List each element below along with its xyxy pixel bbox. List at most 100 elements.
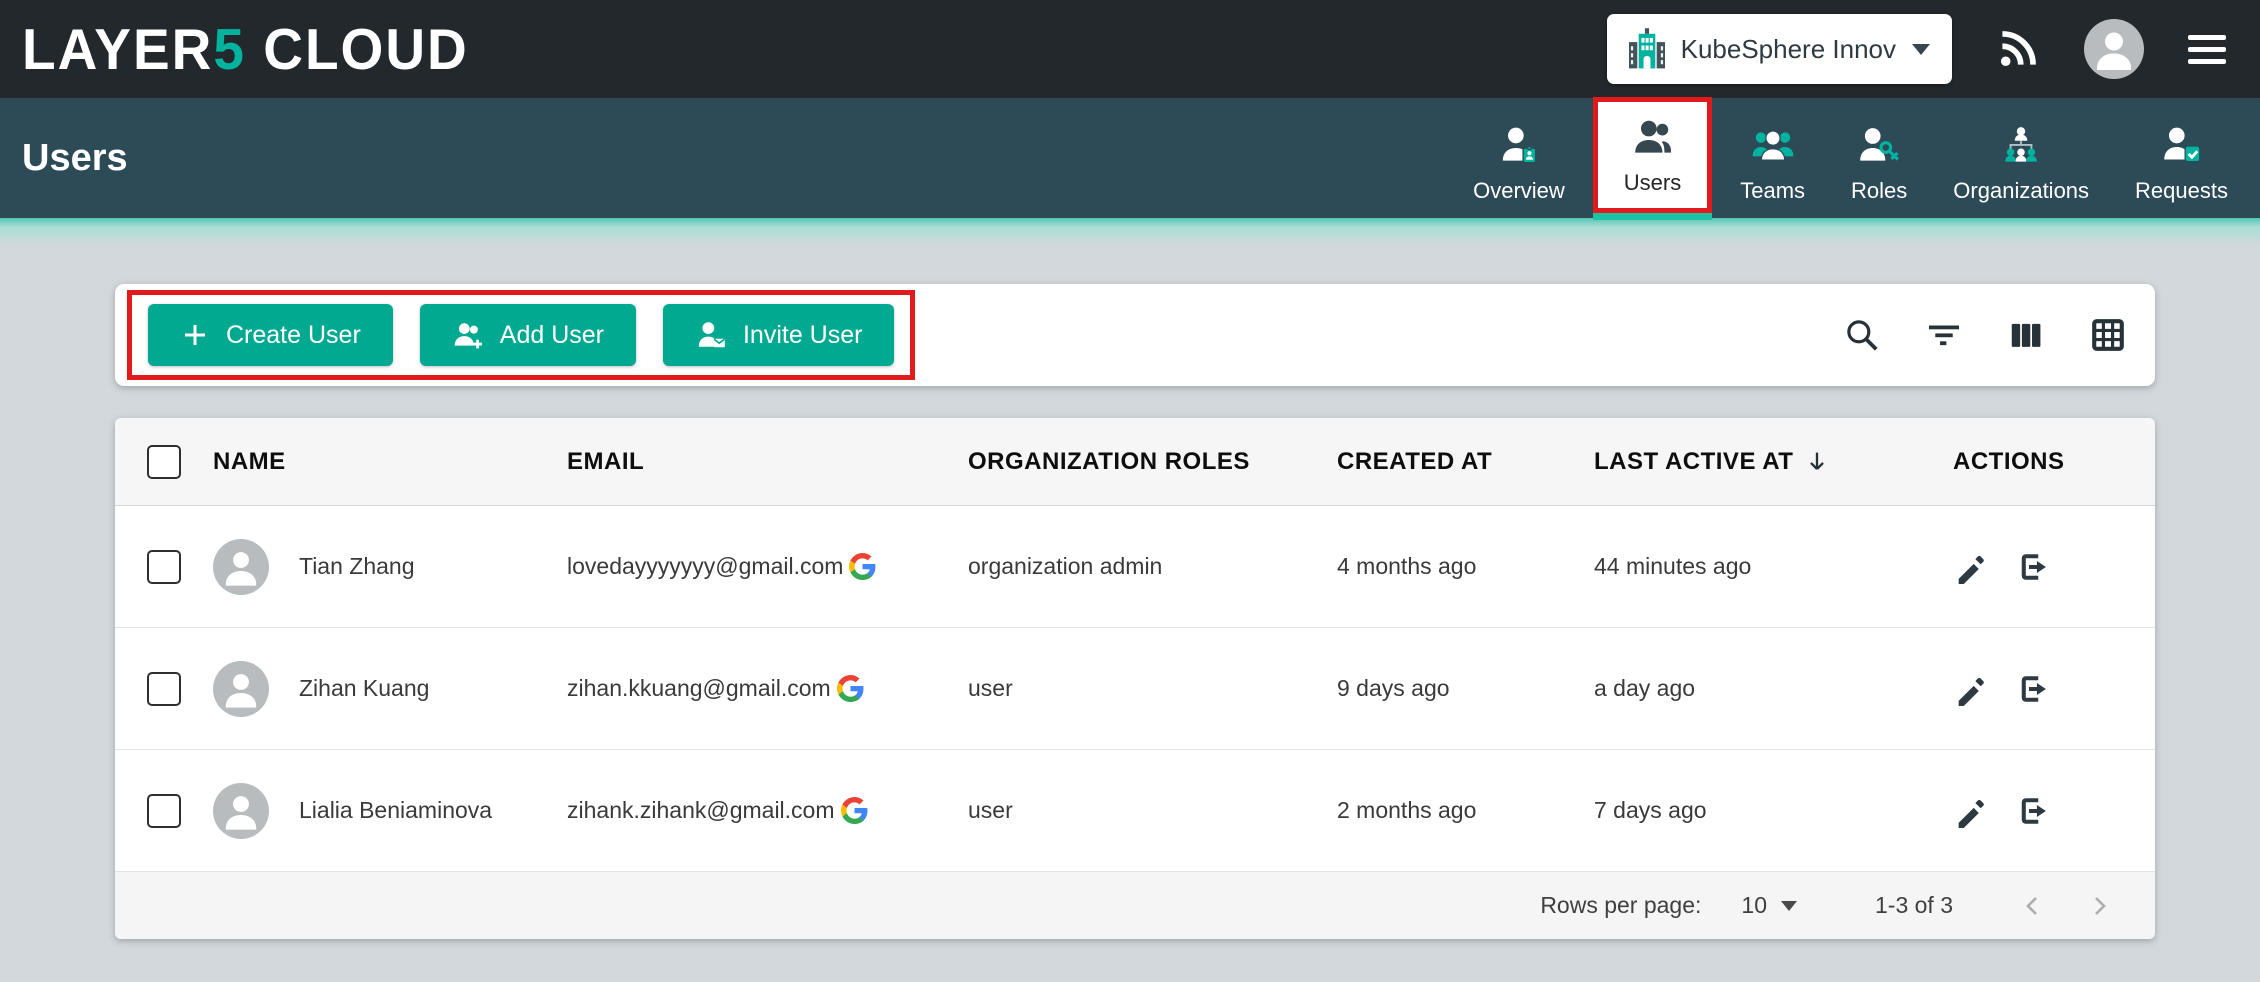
edit-user-button[interactable] bbox=[1953, 550, 1987, 584]
chevron-down-icon bbox=[1912, 44, 1930, 55]
table-row: Tian Zhang lovedayyyyyyy@gmail.com organ… bbox=[115, 506, 2155, 628]
pagination-range: 1-3 of 3 bbox=[1875, 892, 1953, 919]
tab-overview[interactable]: Overview bbox=[1455, 124, 1583, 218]
table-row: Lialia Beniaminova zihank.zihank@gmail.c… bbox=[115, 750, 2155, 872]
avatar bbox=[213, 539, 269, 595]
rss-icon bbox=[1996, 27, 2040, 71]
row-checkbox[interactable] bbox=[147, 794, 181, 828]
columns-button[interactable] bbox=[2007, 316, 2045, 354]
google-icon bbox=[849, 553, 876, 580]
logo-text-5: 5 bbox=[213, 17, 246, 81]
add-user-button[interactable]: Add User bbox=[420, 304, 636, 366]
plus-icon bbox=[180, 320, 210, 350]
table-pagination: Rows per page: 10 1-3 of 3 bbox=[115, 872, 2155, 939]
previous-page-button[interactable] bbox=[2013, 886, 2053, 926]
column-header-last-active-at[interactable]: LAST ACTIVE AT bbox=[1594, 448, 1953, 476]
user-email: zihank.zihank@gmail.com bbox=[567, 797, 835, 824]
user-account-button[interactable] bbox=[2084, 19, 2144, 79]
org-hierarchy-icon bbox=[1998, 124, 2044, 170]
table-header-row: NAME EMAIL ORGANIZATION ROLES CREATED AT… bbox=[115, 418, 2155, 506]
feed-rss-button[interactable] bbox=[1996, 27, 2040, 71]
created-at: 9 days ago bbox=[1337, 675, 1594, 702]
invite-user-button[interactable]: Invite User bbox=[663, 304, 894, 366]
person-icon bbox=[2084, 19, 2144, 79]
hamburger-icon bbox=[2188, 35, 2226, 64]
rows-per-page-label: Rows per page: bbox=[1540, 892, 1701, 919]
user-role: user bbox=[968, 675, 1337, 702]
google-icon bbox=[841, 797, 868, 824]
remove-user-button[interactable] bbox=[2015, 793, 2051, 829]
last-active-at: a day ago bbox=[1594, 675, 1953, 702]
created-at: 4 months ago bbox=[1337, 553, 1594, 580]
grid-view-button[interactable] bbox=[2089, 316, 2127, 354]
row-checkbox[interactable] bbox=[147, 672, 181, 706]
edit-pencil-icon bbox=[1953, 794, 1987, 828]
tab-teams[interactable]: Teams bbox=[1722, 124, 1823, 218]
next-page-button[interactable] bbox=[2079, 886, 2119, 926]
grid-icon bbox=[2089, 316, 2127, 354]
filter-icon bbox=[1925, 316, 1963, 354]
person-key-icon bbox=[1856, 124, 1902, 170]
highlight-box-users-tab: Users bbox=[1593, 97, 1712, 213]
highlight-box-user-buttons: Create User Add User bbox=[127, 290, 915, 380]
page-title: Users bbox=[22, 137, 128, 180]
avatar bbox=[213, 783, 269, 839]
teams-icon bbox=[1750, 124, 1796, 170]
user-name: Lialia Beniaminova bbox=[299, 797, 492, 824]
tab-roles[interactable]: Roles bbox=[1833, 124, 1925, 218]
column-header-organization-roles[interactable]: ORGANIZATION ROLES bbox=[968, 448, 1337, 476]
last-active-at: 7 days ago bbox=[1594, 797, 1953, 824]
organization-building-icon bbox=[1629, 28, 1665, 70]
select-all-checkbox[interactable] bbox=[147, 445, 181, 479]
logout-exit-icon bbox=[2015, 549, 2051, 585]
table-view-controls bbox=[1843, 316, 2127, 354]
section-navbar: Users Overview bbox=[0, 98, 2260, 218]
row-checkbox[interactable] bbox=[147, 550, 181, 584]
search-button[interactable] bbox=[1843, 316, 1881, 354]
users-icon bbox=[1630, 116, 1676, 162]
column-header-actions: ACTIONS bbox=[1953, 448, 2155, 476]
logout-exit-icon bbox=[2015, 793, 2051, 829]
column-header-created-at[interactable]: CREATED AT bbox=[1337, 448, 1594, 476]
rows-per-page-select[interactable]: 10 bbox=[1741, 892, 1797, 919]
top-app-bar: LAYER5 CLOUD KubeS bbox=[0, 0, 2260, 98]
person-badge-icon bbox=[1496, 124, 1542, 170]
organization-switcher[interactable]: KubeSphere Innov bbox=[1607, 14, 1952, 84]
user-email: lovedayyyyyyy@gmail.com bbox=[567, 553, 843, 580]
tab-requests[interactable]: Requests bbox=[2117, 124, 2246, 218]
users-table: NAME EMAIL ORGANIZATION ROLES CREATED AT… bbox=[115, 418, 2155, 939]
organization-name: KubeSphere Innov bbox=[1681, 34, 1896, 65]
tab-users[interactable]: Users bbox=[1624, 116, 1681, 196]
create-user-button[interactable]: Create User bbox=[148, 304, 393, 366]
avatar bbox=[2084, 19, 2144, 79]
user-name: Tian Zhang bbox=[299, 553, 415, 580]
edit-user-button[interactable] bbox=[1953, 672, 1987, 706]
person-check-icon bbox=[2159, 124, 2205, 170]
filter-button[interactable] bbox=[1925, 316, 1963, 354]
chevron-down-icon bbox=[1781, 901, 1797, 911]
tab-organizations[interactable]: Organizations bbox=[1935, 124, 2107, 218]
table-row: Zihan Kuang zihan.kkuang@gmail.com user … bbox=[115, 628, 2155, 750]
hamburger-menu-button[interactable] bbox=[2188, 35, 2226, 64]
last-active-at: 44 minutes ago bbox=[1594, 553, 1953, 580]
layer5-cloud-logo: LAYER5 CLOUD bbox=[22, 16, 469, 83]
edit-pencil-icon bbox=[1953, 672, 1987, 706]
user-role: user bbox=[968, 797, 1337, 824]
remove-user-button[interactable] bbox=[2015, 549, 2051, 585]
sort-desc-arrow-icon bbox=[1803, 448, 1831, 476]
chevron-right-icon bbox=[2087, 894, 2111, 918]
user-name: Zihan Kuang bbox=[299, 675, 429, 702]
created-at: 2 months ago bbox=[1337, 797, 1594, 824]
chevron-left-icon bbox=[2021, 894, 2045, 918]
logout-exit-icon bbox=[2015, 671, 2051, 707]
users-page: LAYER5 CLOUD KubeS bbox=[0, 0, 2260, 982]
column-header-email[interactable]: EMAIL bbox=[567, 448, 968, 476]
avatar bbox=[213, 661, 269, 717]
column-header-name[interactable]: NAME bbox=[213, 448, 567, 476]
nav-tabs: Overview Users bbox=[1455, 98, 2246, 218]
remove-user-button[interactable] bbox=[2015, 671, 2051, 707]
logo-text-cloud: CLOUD bbox=[263, 17, 469, 81]
edit-user-button[interactable] bbox=[1953, 794, 1987, 828]
add-user-icon bbox=[452, 319, 484, 351]
user-role: organization admin bbox=[968, 553, 1337, 580]
